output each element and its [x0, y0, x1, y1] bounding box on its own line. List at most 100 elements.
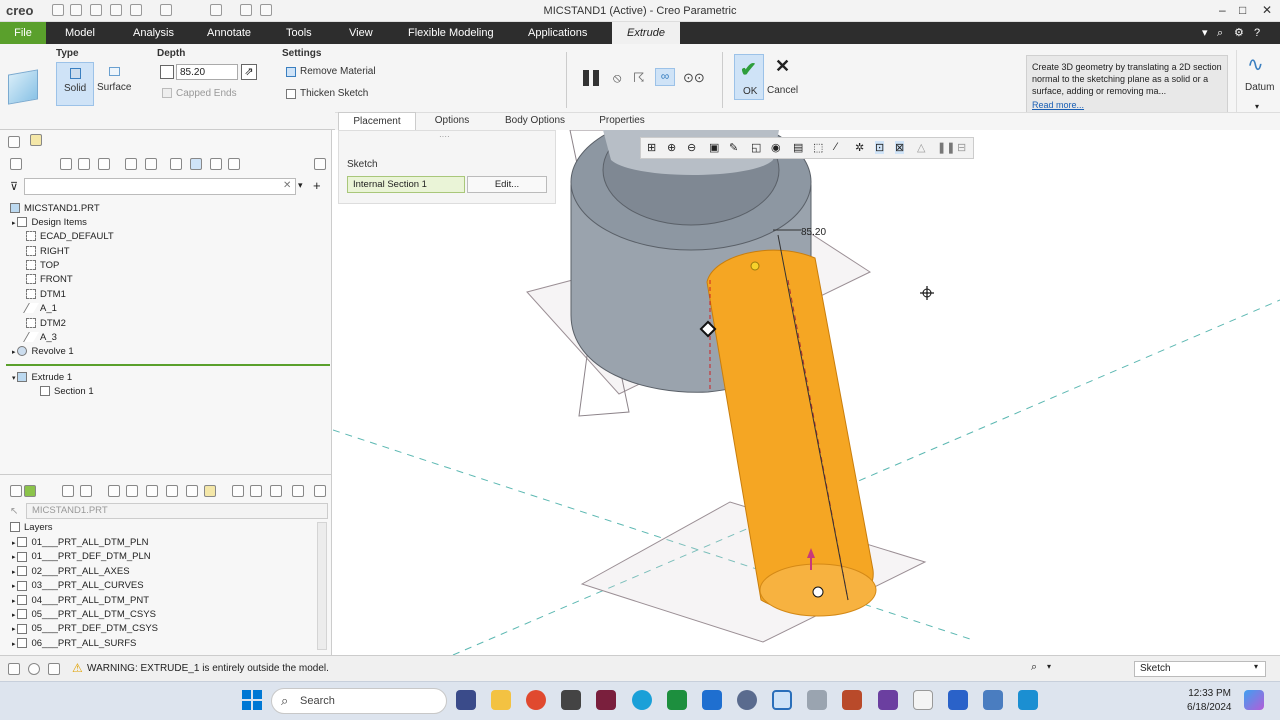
layer-new-icon[interactable]: [108, 485, 120, 497]
menu-analysis[interactable]: Analysis: [127, 22, 180, 44]
taskbar-date[interactable]: 6/18/2024: [1187, 702, 1232, 713]
depth-value-input[interactable]: 85.20: [176, 64, 238, 80]
tab-body-options[interactable]: Body Options: [494, 112, 576, 130]
tree-item-right[interactable]: RIGHT: [26, 245, 70, 259]
toolbar-overflow-icon[interactable]: ⊟: [957, 141, 966, 154]
filter-dropdown-icon[interactable]: ▾: [1254, 662, 1258, 671]
tree-search-input[interactable]: [24, 178, 296, 195]
add-filter-icon[interactable]: +: [313, 178, 321, 193]
layers-view-icon[interactable]: [62, 485, 74, 497]
insert-here-marker[interactable]: [6, 364, 330, 366]
layer-rule-icon[interactable]: [250, 485, 262, 497]
sketch-display-icon[interactable]: ⊠: [895, 141, 905, 154]
read-more-link[interactable]: Read more...: [1032, 99, 1222, 111]
layer-rule-clear-icon[interactable]: [270, 485, 282, 497]
tree-hierarchy-icon[interactable]: [228, 158, 240, 170]
skype-icon[interactable]: [632, 690, 652, 710]
layers-collapse-icon[interactable]: [10, 485, 22, 497]
tree-item-dtm1[interactable]: DTM1: [26, 288, 66, 302]
graphics-viewport[interactable]: 85.20: [333, 130, 1280, 655]
layer-item[interactable]: ▸ 06___PRT_ALL_SURFS: [12, 637, 136, 651]
layer-item[interactable]: ▸ 02___PRT_ALL_AXES: [12, 565, 130, 579]
notepad-icon[interactable]: [913, 690, 933, 710]
remove-material-toggle[interactable]: [286, 67, 296, 77]
taskbar-time[interactable]: 12:33 PM: [1187, 688, 1231, 699]
search-help-icon[interactable]: ⌕: [1211, 22, 1229, 44]
app-z-icon[interactable]: [948, 690, 968, 710]
selection-filter-select[interactable]: Sketch: [1134, 661, 1266, 677]
layer-item[interactable]: ▸ 01___PRT_ALL_DTM_PLN: [12, 536, 149, 550]
tree-item-front[interactable]: FRONT: [26, 273, 73, 287]
pane-splitter[interactable]: [0, 474, 332, 475]
excel-icon[interactable]: [667, 690, 687, 710]
network-app-icon[interactable]: [983, 690, 1003, 710]
task-view-icon[interactable]: [456, 690, 476, 710]
zoom-out-icon[interactable]: ⊖: [687, 141, 696, 154]
solid-button[interactable]: Solid: [56, 62, 94, 106]
tree-item-extrude1[interactable]: ▾ Extrude 1: [12, 371, 72, 385]
minimize-button[interactable]: –: [1219, 3, 1226, 17]
tree-list-icon[interactable]: [78, 158, 90, 170]
tree-item-section1[interactable]: Section 1: [40, 385, 94, 399]
fullscreen-icon[interactable]: [48, 663, 60, 675]
tree-item-ecad-default[interactable]: ECAD_DEFAULT: [26, 230, 114, 244]
folder-browser-tab-icon[interactable]: [30, 134, 42, 146]
menu-applications[interactable]: Applications: [522, 22, 593, 44]
tree-options-icon[interactable]: [314, 158, 326, 170]
calculator-icon[interactable]: [807, 690, 827, 710]
perspective-icon[interactable]: ⬚: [813, 141, 823, 154]
no-preview-icon[interactable]: ⦸: [613, 70, 621, 86]
settings-icon[interactable]: ⚙: [1228, 22, 1250, 44]
copilot-icon[interactable]: [1244, 690, 1264, 710]
spin-center-icon[interactable]: ⊡: [875, 141, 885, 154]
tab-placement[interactable]: Placement: [338, 112, 416, 130]
layer-isolate-icon[interactable]: [146, 485, 158, 497]
layer-options-icon[interactable]: [314, 485, 326, 497]
menu-file[interactable]: File: [0, 22, 46, 44]
search-dropdown-icon[interactable]: ▾: [298, 180, 303, 191]
layer-item[interactable]: ▸ 04___PRT_ALL_DTM_PNT: [12, 594, 149, 608]
solidworks-icon[interactable]: [596, 690, 616, 710]
find-icon[interactable]: ⌕: [1031, 661, 1037, 674]
section-display-icon[interactable]: △: [917, 141, 925, 154]
view-orient-icon[interactable]: ✎: [729, 141, 738, 154]
view-manager-icon[interactable]: ◱: [751, 141, 761, 154]
detached-preview-icon[interactable]: ∞: [655, 68, 675, 86]
flip-direction-icon[interactable]: ⇗: [241, 64, 257, 80]
thicken-sketch-label[interactable]: Thicken Sketch: [300, 88, 368, 99]
attached-preview-icon[interactable]: ☈: [633, 70, 645, 86]
file-explorer-icon[interactable]: [491, 690, 511, 710]
app-icon-red[interactable]: [842, 690, 862, 710]
tree-view-icon[interactable]: [60, 158, 72, 170]
menu-tools[interactable]: Tools: [280, 22, 318, 44]
datum-display-icon[interactable]: ⁄: [835, 141, 837, 153]
taskbar-search[interactable]: ⌕ Search: [271, 688, 447, 714]
menu-view[interactable]: View: [343, 22, 379, 44]
saved-views-icon[interactable]: ◉: [771, 141, 781, 154]
repaint-icon[interactable]: ▣: [709, 141, 719, 154]
maximize-button[interactable]: □: [1239, 3, 1246, 17]
tree-item-revolve1[interactable]: ▸ Revolve 1: [12, 345, 74, 359]
ok-button[interactable]: ✔ OK: [734, 54, 764, 100]
zoom-in-icon[interactable]: ⊕: [667, 141, 676, 154]
tab-properties[interactable]: Properties: [588, 112, 656, 130]
layers-list-icon[interactable]: [80, 485, 92, 497]
layer-filter-icon[interactable]: [232, 485, 244, 497]
app-s-icon[interactable]: [737, 690, 757, 710]
tools-app-icon[interactable]: [561, 690, 581, 710]
tree-filter-icon[interactable]: [125, 158, 137, 170]
find-dropdown-icon[interactable]: ▾: [1047, 662, 1051, 671]
pause-regen-icon[interactable]: ❚❚: [937, 141, 955, 154]
annotation-display-icon[interactable]: ✲: [855, 141, 864, 154]
pause-icon-bar-left[interactable]: [583, 70, 589, 86]
edit-sketch-button[interactable]: Edit...: [467, 176, 547, 193]
layer-status-icon[interactable]: [186, 485, 198, 497]
clipchamp-icon[interactable]: [878, 690, 898, 710]
tree-item-dtm2[interactable]: DTM2: [26, 317, 66, 331]
help-icon[interactable]: ?: [1248, 22, 1266, 44]
tree-columns-icon[interactable]: [98, 158, 110, 170]
section-collector[interactable]: Internal Section 1: [347, 176, 465, 193]
layer-item[interactable]: ▸ 05___PRT_ALL_DTM_CSYS: [12, 608, 156, 622]
layers-scrollbar[interactable]: [317, 522, 327, 650]
tab-options[interactable]: Options: [422, 112, 482, 130]
